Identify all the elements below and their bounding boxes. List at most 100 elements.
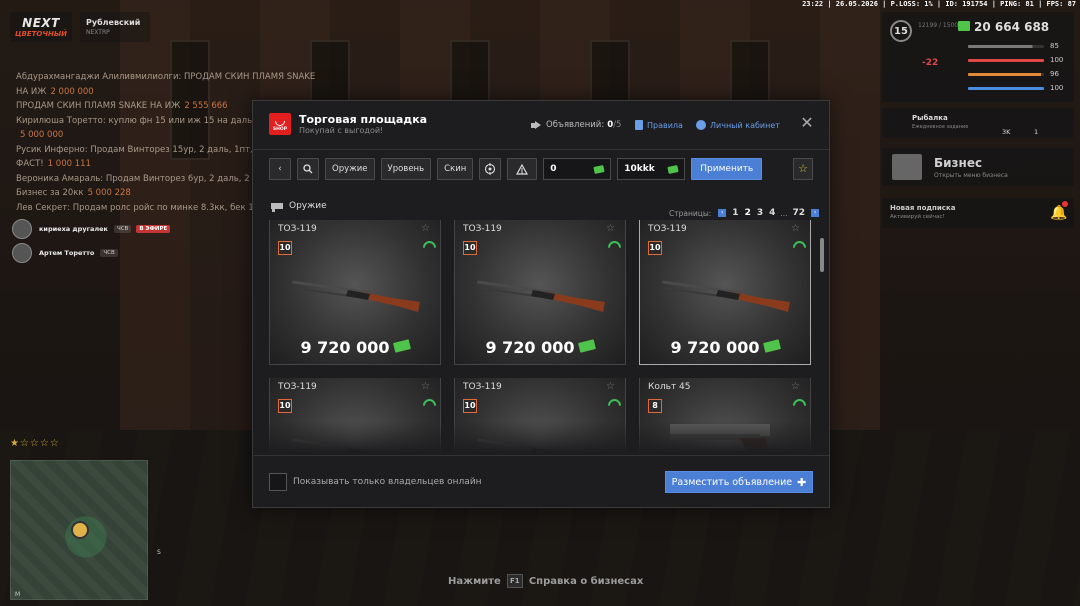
minimap[interactable]: M S [10, 460, 161, 600]
voice-list: кириеха другалек ЧСВ В ЭФИРЕ Артем Торетто Ч… [12, 218, 171, 266]
pager-label: Страницы: [669, 208, 712, 218]
voice-tag: ЧСВ [113, 225, 132, 233]
server-name: Рублевский [86, 18, 141, 27]
f1-key: F1 [506, 574, 523, 588]
listing-card[interactable]: ТОЗ-119 ☆ 10 [454, 378, 626, 452]
hint-press: Нажмите [448, 575, 501, 587]
listing-card[interactable]: ТОЗ-119 ☆ 10 9 720 000 [639, 220, 811, 365]
pager-dots: ... [780, 208, 788, 218]
server-sub: NEXTRP [86, 29, 110, 36]
fishing-title: Рыбалка [912, 114, 948, 122]
seller-online-icon [793, 399, 803, 409]
page-last[interactable]: 72 [793, 208, 806, 218]
player-stats-panel: 15 12199 / 15000 20 664 688 -22 85 100 96 1… [882, 12, 1074, 102]
business-sub: Открыть меню бизнеса [934, 172, 1008, 179]
subscription-panel[interactable]: Новая подписка Активируй сейчас! 🔔 [882, 198, 1074, 228]
online-only-checkbox[interactable] [269, 473, 287, 491]
favorite-star-icon[interactable]: ☆ [421, 381, 430, 392]
stat-row: 96 [968, 70, 1068, 78]
favorite-star-icon[interactable]: ☆ [606, 381, 615, 392]
subscription-title: Новая подписка [890, 204, 956, 212]
stat-value: 96 [1050, 70, 1059, 78]
search-icon[interactable] [297, 158, 319, 180]
item-name: ТОЗ-119 [463, 382, 502, 392]
page-1[interactable]: 1 [732, 208, 738, 218]
ads-label: Объявлений: [546, 120, 605, 130]
user-icon [696, 120, 706, 130]
item-price: 9 720 000 [455, 338, 625, 357]
header-divider [253, 149, 829, 150]
business-panel[interactable]: Бизнес Открыть меню бизнеса [882, 148, 1074, 186]
page-2[interactable]: 2 [745, 208, 751, 218]
listing-card[interactable]: Кольт 45 ☆ 8 [639, 378, 811, 452]
weapon-filter-button[interactable]: Оружие [325, 158, 375, 180]
fishing-value: 3K [1002, 128, 1011, 136]
favorite-star-icon[interactable]: ☆ [606, 223, 615, 234]
next-page-button[interactable]: › [811, 209, 820, 217]
logo-sub-text: ЦВЕТОЧНЫЙ [15, 30, 67, 38]
listing-card[interactable]: ТОЗ-119 ☆ 10 9 720 000 [454, 220, 626, 365]
page-3[interactable]: 3 [757, 208, 763, 218]
rules-book-icon [635, 120, 643, 130]
rules-link[interactable]: Правила [635, 120, 683, 130]
favorite-star-icon[interactable]: ☆ [791, 223, 800, 234]
prev-page-button[interactable]: ‹ [718, 209, 727, 217]
listing-card[interactable]: ТОЗ-119 ☆ 10 9 720 000 [269, 220, 441, 365]
triangle-filter-icon[interactable] [507, 158, 538, 180]
max-price-input[interactable]: 10kkk [617, 158, 686, 180]
grid-scrollbar[interactable] [820, 238, 824, 272]
favorites-star-icon[interactable]: ☆ [793, 158, 813, 180]
money-amount: 20 664 688 [974, 20, 1050, 34]
seller-online-icon [608, 241, 618, 251]
cash-icon [577, 339, 596, 353]
money-icon [958, 21, 970, 31]
listing-grid[interactable]: ТОЗ-119 ☆ 10 9 720 000 ТОЗ-119 ☆ 10 9 720 000 ТО… [269, 220, 817, 452]
item-name: ТОЗ-119 [278, 382, 317, 392]
item-level: 10 [463, 241, 477, 255]
ads-max: /5 [613, 120, 622, 130]
cash-icon [392, 339, 411, 353]
page-4[interactable]: 4 [769, 208, 775, 218]
back-button[interactable]: ‹ [269, 158, 291, 180]
online-only-label: Показывать только владельцев онлайн [293, 477, 482, 487]
stat-row: 100 [968, 56, 1068, 64]
post-ad-button[interactable]: Разместить объявление ✚ [665, 471, 813, 493]
section-heading: Оружие [271, 201, 327, 212]
item-price: 9 720 000 [270, 338, 440, 357]
negative-value: -22 [922, 58, 939, 68]
business-title: Бизнес [934, 156, 983, 170]
fishing-value: 1 [1034, 128, 1039, 136]
seller-online-icon [608, 399, 618, 409]
logo-main-text: NEXT [22, 16, 60, 30]
voice-tag: ЧСВ [100, 249, 118, 257]
plus-icon: ✚ [797, 475, 807, 489]
skin-filter-button[interactable]: Скин [437, 158, 474, 180]
favorite-star-icon[interactable]: ☆ [421, 223, 430, 234]
business-icon [892, 154, 922, 180]
voice-row: Артем Торетто ЧСВ [12, 242, 170, 264]
live-badge: В ЭФИРЕ [136, 225, 171, 233]
item-name: Кольт 45 [648, 382, 691, 392]
level-filter-button[interactable]: Уровень [380, 158, 432, 180]
minimap-label: S [157, 549, 161, 556]
subscription-sub: Активируй сейчас! [890, 214, 945, 220]
listing-card[interactable]: ТОЗ-119 ☆ 10 [269, 378, 441, 452]
crosshair-filter-icon[interactable] [479, 158, 502, 180]
apply-button[interactable]: Применить [691, 158, 763, 180]
item-level: 10 [278, 399, 292, 413]
modal-title: Торговая площадка [299, 113, 428, 126]
fishing-panel[interactable]: Рыбалка Ежедневное задание 3K 1 [882, 108, 1074, 138]
stat-row: 100 [968, 84, 1068, 92]
cabinet-link[interactable]: Личный кабинет [696, 120, 780, 130]
cash-icon [593, 165, 605, 174]
stat-bar [968, 72, 1044, 76]
avatar [12, 243, 32, 263]
voice-name: кириеха другалек [39, 225, 108, 233]
megaphone-icon [531, 120, 542, 130]
close-icon[interactable]: ✕ [799, 115, 815, 131]
pagination: Страницы: ‹ 1 2 3 4 ... 72 › [669, 208, 822, 218]
min-price-input[interactable]: 0 [543, 158, 612, 180]
item-price: 9 720 000 [640, 338, 810, 357]
favorite-star-icon[interactable]: ☆ [791, 381, 800, 392]
filter-toolbar: ‹ Оружие Уровень Скин 0 10kkk Применить [269, 158, 763, 180]
